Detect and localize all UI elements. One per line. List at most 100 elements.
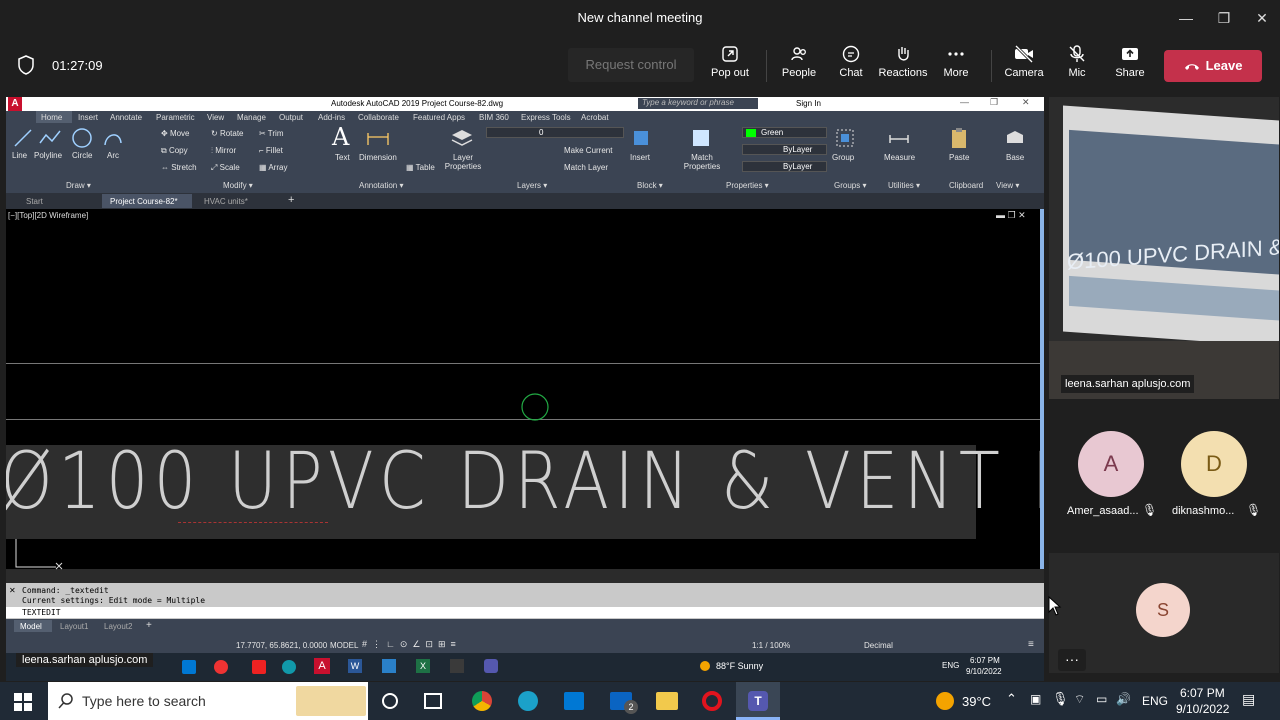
more-participants-button[interactable]: ··· (1058, 649, 1086, 671)
layout-tab-layout2[interactable]: Layout2 (104, 622, 132, 631)
circle-tool[interactable]: Circle (72, 151, 92, 160)
arc-tool[interactable]: Arc (107, 151, 119, 160)
layer-dropdown[interactable]: 0 (486, 127, 624, 138)
reactions-button[interactable]: Reactions (875, 44, 931, 79)
avatar-s[interactable]: S (1136, 583, 1190, 637)
clipboard-panel-label[interactable]: Clipboard (949, 181, 983, 190)
ribbon-tab-bim360[interactable]: BIM 360 (479, 113, 509, 122)
participant-video[interactable]: Ø100 UPVC DRAIN & VENT PIPE leena.sarhan… (1049, 97, 1279, 399)
microphone-icon[interactable]: 🎙 (1052, 691, 1069, 707)
coordinates-readout[interactable]: 17.7707, 65.8621, 0.0000 (236, 641, 327, 650)
camera-button[interactable]: Camera (996, 44, 1052, 79)
match-layer-tool[interactable]: Match Layer (564, 163, 608, 172)
battery-icon[interactable]: ▭ (1096, 692, 1107, 706)
layer-properties-tool[interactable]: Layer Properties (443, 153, 483, 171)
autocad-minimize-icon[interactable]: — (960, 97, 969, 107)
ribbon-tab-manage[interactable]: Manage (237, 113, 266, 122)
notifications-icon[interactable]: ▤ (1242, 691, 1255, 708)
rotate-tool[interactable]: ↻ Rotate (211, 129, 244, 138)
more-button[interactable]: More (928, 44, 984, 79)
groups-panel-label[interactable]: Groups ▾ (834, 181, 866, 190)
utilities-panel-label[interactable]: Utilities ▾ (888, 181, 920, 190)
ribbon-tab-collaborate[interactable]: Collaborate (358, 113, 399, 122)
color-dropdown[interactable]: Green (742, 127, 827, 138)
lineweight-dropdown[interactable]: ByLayer (742, 161, 827, 172)
mic-button[interactable]: Mic (1049, 44, 1105, 79)
chrome-icon[interactable] (472, 691, 492, 711)
close-button[interactable]: ✕ (1248, 6, 1276, 30)
ribbon-tab-annotate[interactable]: Annotate (110, 113, 142, 122)
avatar-diknashmo[interactable]: D (1181, 431, 1247, 497)
drawing-text[interactable]: Ø100 UPVC DRAIN & VENT PIPE (6, 437, 1044, 527)
properties-panel-label[interactable]: Properties ▾ (726, 181, 769, 190)
add-layout-button[interactable]: + (146, 620, 152, 631)
command-input[interactable]: TEXTEDIT (6, 607, 1044, 618)
annotation-panel-label[interactable]: Annotation ▾ (359, 181, 404, 190)
cortana-icon[interactable] (382, 693, 398, 709)
drafting-toggles[interactable]: #⋮∟⊙∠⊡⊞≡ (362, 639, 461, 650)
clock-time[interactable]: 6:07 PM (1180, 686, 1225, 700)
ribbon-tab-acrobat[interactable]: Acrobat (581, 113, 609, 122)
ribbon-tab-insert[interactable]: Insert (78, 113, 98, 122)
command-close-icon[interactable]: ✕ (9, 586, 16, 595)
people-button[interactable]: People (771, 44, 827, 79)
sign-in-button[interactable]: Sign In (796, 99, 821, 108)
weather-temperature[interactable]: 39°C (962, 694, 991, 709)
autocad-close-icon[interactable]: ✕ (1022, 97, 1030, 108)
taskbar-search-box[interactable]: Type here to search (48, 682, 368, 720)
clock-date[interactable]: 9/10/2022 (1176, 702, 1229, 716)
model-space-toggle[interactable]: MODEL (330, 641, 358, 650)
modify-panel-label[interactable]: Modify ▾ (223, 181, 253, 190)
view-panel-label[interactable]: View ▾ (996, 181, 1019, 190)
opera-icon[interactable] (702, 691, 722, 711)
meet-now-icon[interactable]: ▣ (1030, 692, 1041, 706)
array-tool[interactable]: ▦ Array (259, 163, 287, 172)
measure-tool[interactable]: Measure (884, 153, 915, 162)
layout-tab-layout1[interactable]: Layout1 (60, 622, 88, 631)
layout-tab-model[interactable]: Model (20, 622, 42, 631)
copy-tool[interactable]: ⧉ Copy (161, 146, 188, 156)
task-view-icon[interactable] (424, 693, 442, 709)
match-properties-tool[interactable]: Match Properties (682, 153, 722, 171)
wifi-icon[interactable]: ⌔ (1074, 692, 1085, 707)
paste-tool[interactable]: Paste (949, 153, 969, 162)
make-current-tool[interactable]: Make Current (564, 146, 612, 155)
avatar-amer[interactable]: A (1078, 431, 1144, 497)
fillet-tool[interactable]: ⌐ Fillet (259, 146, 283, 155)
restore-button[interactable]: ❐ (1210, 6, 1238, 30)
ribbon-tab-addins[interactable]: Add-ins (318, 113, 345, 122)
minimize-button[interactable]: — (1172, 6, 1200, 30)
drawing-canvas[interactable]: [−][Top][2D Wireframe] ▬ ❐ ✕ Ø100 UPVC D… (6, 209, 1044, 570)
doc-tab-hvac-units[interactable]: HVAC units* (204, 197, 248, 206)
doc-tab-start[interactable]: Start (26, 197, 43, 206)
text-tool[interactable]: Text (335, 153, 350, 162)
polyline-tool[interactable]: Polyline (34, 151, 62, 160)
autocad-restore-icon[interactable]: ❐ (990, 97, 998, 108)
ribbon-tab-home[interactable]: Home (41, 113, 62, 122)
autocad-search-input[interactable]: Type a keyword or phrase (638, 98, 758, 109)
edge-icon[interactable] (518, 691, 538, 711)
dimension-tool[interactable]: Dimension (359, 153, 397, 162)
request-control-button[interactable]: Request control (568, 48, 694, 82)
layers-panel-label[interactable]: Layers ▾ (517, 181, 547, 190)
volume-icon[interactable]: 🔊 (1116, 692, 1131, 706)
doc-tab-project-course[interactable]: Project Course-82* (110, 197, 178, 206)
base-tool[interactable]: Base (1006, 153, 1024, 162)
mirror-tool[interactable]: ⫶ Mirror (211, 146, 236, 156)
windows-start-icon[interactable] (14, 693, 32, 711)
table-tool[interactable]: ▦ Table (406, 163, 435, 172)
ribbon-tab-parametric[interactable]: Parametric (156, 113, 195, 122)
insert-tool[interactable]: Insert (630, 153, 650, 162)
pop-out-button[interactable]: Pop out (702, 44, 758, 79)
draw-panel-label[interactable]: Draw ▾ (66, 181, 91, 190)
group-tool[interactable]: Group (832, 153, 854, 162)
stretch-tool[interactable]: ⇔ Stretch (161, 163, 197, 172)
ribbon-tab-featured-apps[interactable]: Featured Apps (413, 113, 465, 122)
teams-icon[interactable]: T (748, 691, 768, 711)
annotation-scale[interactable]: 1:1 / 100% (752, 641, 790, 650)
linetype-dropdown[interactable]: ByLayer (742, 144, 827, 155)
shared-screen[interactable]: A Autodesk AutoCAD 2019 Project Course-8… (6, 97, 1044, 637)
show-hidden-icons-icon[interactable]: ⌃ (1006, 691, 1017, 707)
block-panel-label[interactable]: Block ▾ (637, 181, 663, 190)
trim-tool[interactable]: ✂ Trim (259, 129, 283, 138)
